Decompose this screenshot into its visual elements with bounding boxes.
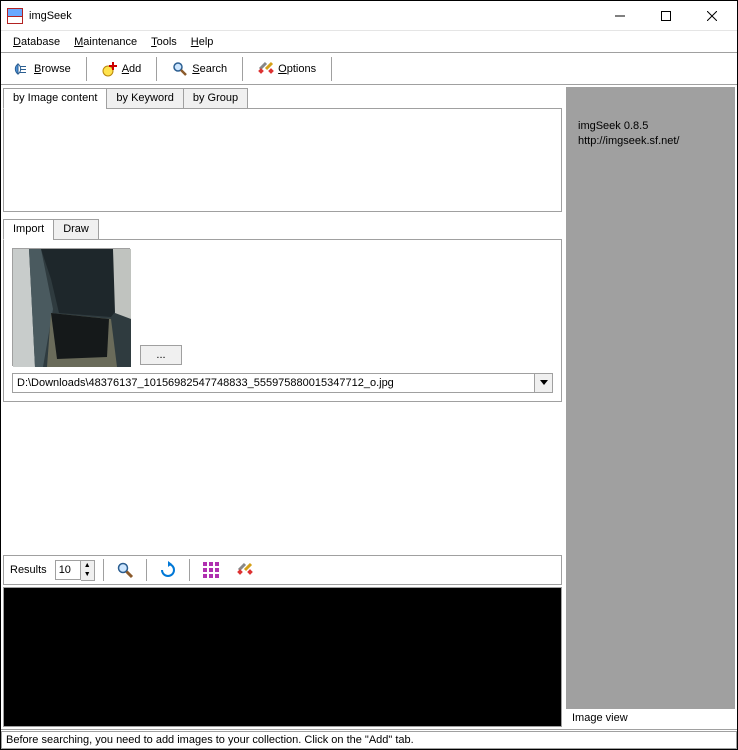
- toolbar-separator: [103, 559, 104, 581]
- toolbar-separator: [146, 559, 147, 581]
- menu-tools[interactable]: Tools: [145, 34, 183, 50]
- chevron-down-icon: [540, 380, 548, 386]
- more-button[interactable]: ...: [140, 345, 182, 365]
- results-label: Results: [10, 564, 47, 576]
- run-search-button[interactable]: [112, 558, 138, 582]
- menu-help[interactable]: Help: [185, 34, 220, 50]
- minimize-button[interactable]: [597, 1, 643, 31]
- toolbar-separator: [189, 559, 190, 581]
- refresh-icon: [159, 561, 177, 579]
- main-toolbar: Browse Add Search Options: [1, 53, 737, 85]
- spinner-down[interactable]: ▼: [81, 570, 94, 580]
- tab-by-image-content[interactable]: by Image content: [3, 88, 107, 109]
- app-url-text: http://imgseek.sf.net/: [578, 134, 723, 149]
- maximize-button[interactable]: [643, 1, 689, 31]
- grid-icon: [202, 561, 220, 579]
- menubar: Database Maintenance Tools Help: [1, 31, 737, 53]
- tab-draw[interactable]: Draw: [53, 219, 99, 240]
- image-view-caption: Image view: [566, 709, 735, 727]
- options-button[interactable]: Options: [251, 57, 323, 81]
- settings-button[interactable]: [232, 558, 258, 582]
- add-button[interactable]: Add: [95, 57, 149, 81]
- options-icon: [258, 61, 274, 77]
- results-toolbar: Results ▲ ▼: [3, 555, 562, 585]
- refresh-button[interactable]: [155, 558, 181, 582]
- tab-by-group[interactable]: by Group: [183, 88, 248, 109]
- maximize-icon: [661, 11, 671, 21]
- browse-icon: [14, 61, 30, 77]
- results-area: [3, 587, 562, 727]
- menu-maintenance[interactable]: Maintenance: [68, 34, 143, 50]
- search-mode-tabs: by Image content by Keyword by Group: [3, 87, 562, 212]
- close-button[interactable]: [689, 1, 735, 31]
- import-draw-tabs: Import Draw: [3, 218, 562, 402]
- minimize-icon: [615, 11, 625, 21]
- import-thumbnail[interactable]: [12, 248, 130, 366]
- grid-view-button[interactable]: [198, 558, 224, 582]
- browse-button[interactable]: Browse: [7, 57, 78, 81]
- toolbar-separator: [242, 57, 243, 81]
- tools-icon: [236, 561, 254, 579]
- toolbar-separator: [86, 57, 87, 81]
- spinner-up[interactable]: ▲: [81, 561, 94, 571]
- status-message: Before searching, you need to add images…: [1, 731, 737, 749]
- close-icon: [707, 11, 717, 21]
- titlebar: imgSeek: [1, 1, 737, 31]
- menu-database[interactable]: Database: [7, 34, 66, 50]
- search-button[interactable]: Search: [165, 57, 234, 81]
- tab-import[interactable]: Import: [3, 219, 54, 240]
- results-count-spinner: ▲ ▼: [55, 560, 95, 581]
- search-icon: [116, 561, 134, 579]
- file-path-combo: [12, 373, 553, 393]
- results-count-input[interactable]: [55, 560, 81, 580]
- toolbar-separator: [156, 57, 157, 81]
- file-path-input[interactable]: [12, 373, 535, 393]
- tab-by-keyword[interactable]: by Keyword: [106, 88, 183, 109]
- search-icon: [172, 61, 188, 77]
- window-title: imgSeek: [29, 10, 597, 22]
- add-icon: [102, 61, 118, 77]
- image-view-panel: imgSeek 0.8.5 http://imgseek.sf.net/: [566, 87, 735, 709]
- app-icon: [7, 8, 23, 24]
- app-version-text: imgSeek 0.8.5: [578, 119, 723, 134]
- statusbar: Before searching, you need to add images…: [1, 729, 737, 749]
- file-path-dropdown[interactable]: [535, 373, 553, 393]
- toolbar-separator: [331, 57, 332, 81]
